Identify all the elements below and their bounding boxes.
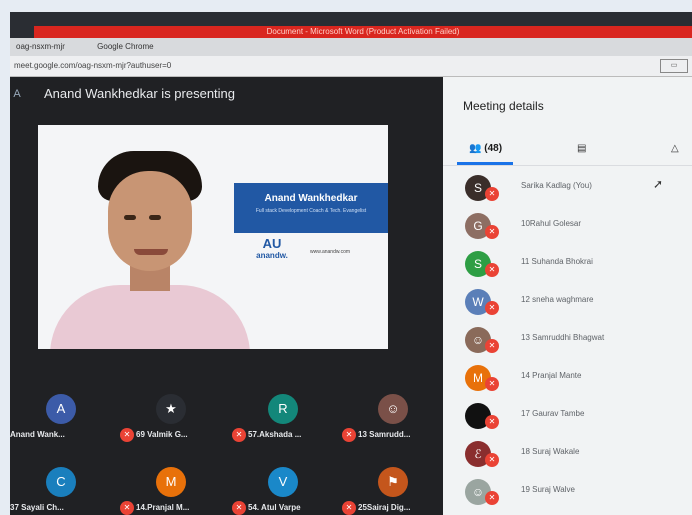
tile-avatar: ★ bbox=[156, 394, 186, 424]
meeting-details-panel: Meeting details 👥 (48) ▤ △ S ✕ Sarika Kadl… bbox=[443, 77, 692, 515]
presenter-photo bbox=[50, 145, 250, 349]
participant-name: 12 sneha waghmare bbox=[521, 295, 594, 304]
participant-row[interactable]: ☺ ✕ 13 Samruddhi Bhagwat bbox=[443, 325, 692, 363]
chat-icon: ▤ bbox=[577, 143, 587, 154]
people-icon: 👥 bbox=[469, 143, 482, 154]
participant-name: 17 Gaurav Tambe bbox=[521, 409, 585, 418]
participant-row[interactable]: M ✕ 14 Pranjal Mante bbox=[443, 363, 692, 401]
participant-row[interactable]: S ✕ 11 Suhanda Bhokrai bbox=[443, 249, 692, 287]
browser-title-row: oag-nsxm-mjr Google Chrome bbox=[10, 38, 692, 56]
tile-name: 14.Pranjal M... bbox=[136, 503, 190, 512]
tab-people[interactable]: 👥 (48) bbox=[469, 143, 502, 154]
mic-off-icon: ✕ bbox=[485, 225, 499, 239]
brand-name: anandw. bbox=[256, 251, 288, 260]
participant-row[interactable]: ☺ ✕ 19 Suraj Walve bbox=[443, 477, 692, 515]
mic-off-icon: ✕ bbox=[485, 263, 499, 277]
presenter-bar: A Anand Wankhedkar is presenting bbox=[10, 83, 443, 105]
participant-tile[interactable]: A Anand Wank... bbox=[10, 394, 118, 454]
mic-off-icon: ✕ bbox=[232, 501, 246, 515]
presenter-text: Anand Wankhedkar is presenting bbox=[44, 86, 236, 101]
participant-name: 13 Samruddhi Bhagwat bbox=[521, 333, 605, 342]
tile-name: 54. Atul Varpe bbox=[248, 503, 301, 512]
mouse-cursor-icon: ➚ bbox=[653, 177, 664, 191]
participant-tile[interactable]: M ✕ 14.Pranjal M... bbox=[120, 467, 228, 515]
tile-avatar: V bbox=[268, 467, 298, 497]
extension-icon[interactable]: ▭ bbox=[660, 59, 688, 73]
participant-tile[interactable]: R ✕ 57.Akshada ... bbox=[232, 394, 340, 454]
tile-avatar: ☺ bbox=[378, 394, 408, 424]
tile-name: 69 Valmik G... bbox=[136, 430, 188, 439]
panel-title: Meeting details bbox=[463, 99, 544, 113]
meeting-stage: A Anand Wankhedkar is presenting Anand W… bbox=[10, 77, 443, 515]
people-count: (48) bbox=[484, 143, 503, 154]
tile-avatar: ⚑ bbox=[378, 467, 408, 497]
mic-off-icon: ✕ bbox=[485, 453, 499, 467]
participant-list: S ✕ Sarika Kadlag (You) G ✕ 10Rahul Golesar S ✕… bbox=[443, 173, 692, 515]
tile-name: 25Sairaj Dig... bbox=[358, 503, 411, 512]
tile-name: 57.Akshada ... bbox=[248, 430, 302, 439]
tile-avatar: R bbox=[268, 394, 298, 424]
shared-slide: Anand Wankhedkar Full stack Development … bbox=[38, 125, 388, 349]
mic-off-icon: ✕ bbox=[232, 428, 246, 442]
participant-tile[interactable]: ★ ✕ 69 Valmik G... bbox=[120, 394, 228, 454]
slide-role: Full stack Development Coach & Tech. Eva… bbox=[255, 208, 367, 214]
window-titlebar: Document - Microsoft Word (Product Activ… bbox=[10, 12, 692, 38]
participant-row[interactable]: ℰ ✕ 18 Suraj Wakale bbox=[443, 439, 692, 477]
participant-row[interactable]: G ✕ 10Rahul Golesar bbox=[443, 211, 692, 249]
tile-name: 37 Sayali Ch... bbox=[10, 503, 64, 512]
slide-name: Anand Wankhedkar bbox=[264, 193, 358, 204]
tab-activities[interactable]: △ bbox=[671, 143, 679, 154]
presenter-avatar: A bbox=[13, 88, 21, 100]
tile-avatar: M bbox=[156, 467, 186, 497]
name-card: Anand Wankhedkar Full stack Development … bbox=[234, 183, 388, 233]
mic-off-icon: ✕ bbox=[120, 501, 134, 515]
brand-logo: AU anandw. bbox=[242, 237, 302, 267]
activation-warning: Document - Microsoft Word (Product Activ… bbox=[34, 26, 692, 38]
active-tab-indicator bbox=[457, 162, 513, 165]
participant-name: 11 Suhanda Bhokrai bbox=[521, 257, 593, 266]
participant-name: Sarika Kadlag (You) bbox=[521, 181, 592, 190]
participant-name: 10Rahul Golesar bbox=[521, 219, 582, 228]
tab-chat[interactable]: ▤ bbox=[577, 143, 586, 154]
address-bar[interactable]: meet.google.com/oag-nsxm-mjr?authuser=0 … bbox=[10, 56, 692, 77]
tile-name: Anand Wank... bbox=[10, 430, 65, 439]
mic-off-icon: ✕ bbox=[485, 339, 499, 353]
mic-off-icon: ✕ bbox=[120, 428, 134, 442]
mic-off-icon: ✕ bbox=[485, 491, 499, 505]
tile-avatar: A bbox=[46, 394, 76, 424]
participant-name: 18 Suraj Wakale bbox=[521, 447, 580, 456]
slide-site: www.anandw.com bbox=[310, 249, 351, 255]
mic-off-icon: ✕ bbox=[342, 501, 356, 515]
mic-off-icon: ✕ bbox=[485, 377, 499, 391]
participant-tile[interactable]: V ✕ 54. Atul Varpe bbox=[232, 467, 340, 515]
monitor-screen: Document - Microsoft Word (Product Activ… bbox=[10, 12, 692, 515]
tile-avatar: C bbox=[46, 467, 76, 497]
participant-tile[interactable]: ☺ ✕ 13 Samrudd... bbox=[342, 394, 450, 454]
brand-mark: AU bbox=[262, 236, 282, 251]
participant-name: 19 Suraj Walve bbox=[521, 485, 575, 494]
url-text[interactable]: meet.google.com/oag-nsxm-mjr?authuser=0 bbox=[14, 61, 171, 70]
tab-title[interactable]: oag-nsxm-mjr bbox=[16, 42, 65, 51]
mic-off-icon: ✕ bbox=[342, 428, 356, 442]
mic-off-icon: ✕ bbox=[485, 415, 499, 429]
app-name: Google Chrome bbox=[97, 42, 154, 51]
participant-name: 14 Pranjal Mante bbox=[521, 371, 582, 380]
panel-tabs: 👥 (48) ▤ △ bbox=[443, 137, 692, 166]
participant-row[interactable]: ✕ 17 Gaurav Tambe bbox=[443, 401, 692, 439]
participant-row[interactable]: W ✕ 12 sneha waghmare bbox=[443, 287, 692, 325]
activities-icon: △ bbox=[671, 143, 679, 154]
participant-tile[interactable]: C 37 Sayali Ch... bbox=[10, 467, 118, 515]
tile-name: 13 Samrudd... bbox=[358, 430, 411, 439]
participant-tile[interactable]: ⚑ ✕ 25Sairaj Dig... bbox=[342, 467, 450, 515]
mic-off-icon: ✕ bbox=[485, 187, 499, 201]
mic-off-icon: ✕ bbox=[485, 301, 499, 315]
